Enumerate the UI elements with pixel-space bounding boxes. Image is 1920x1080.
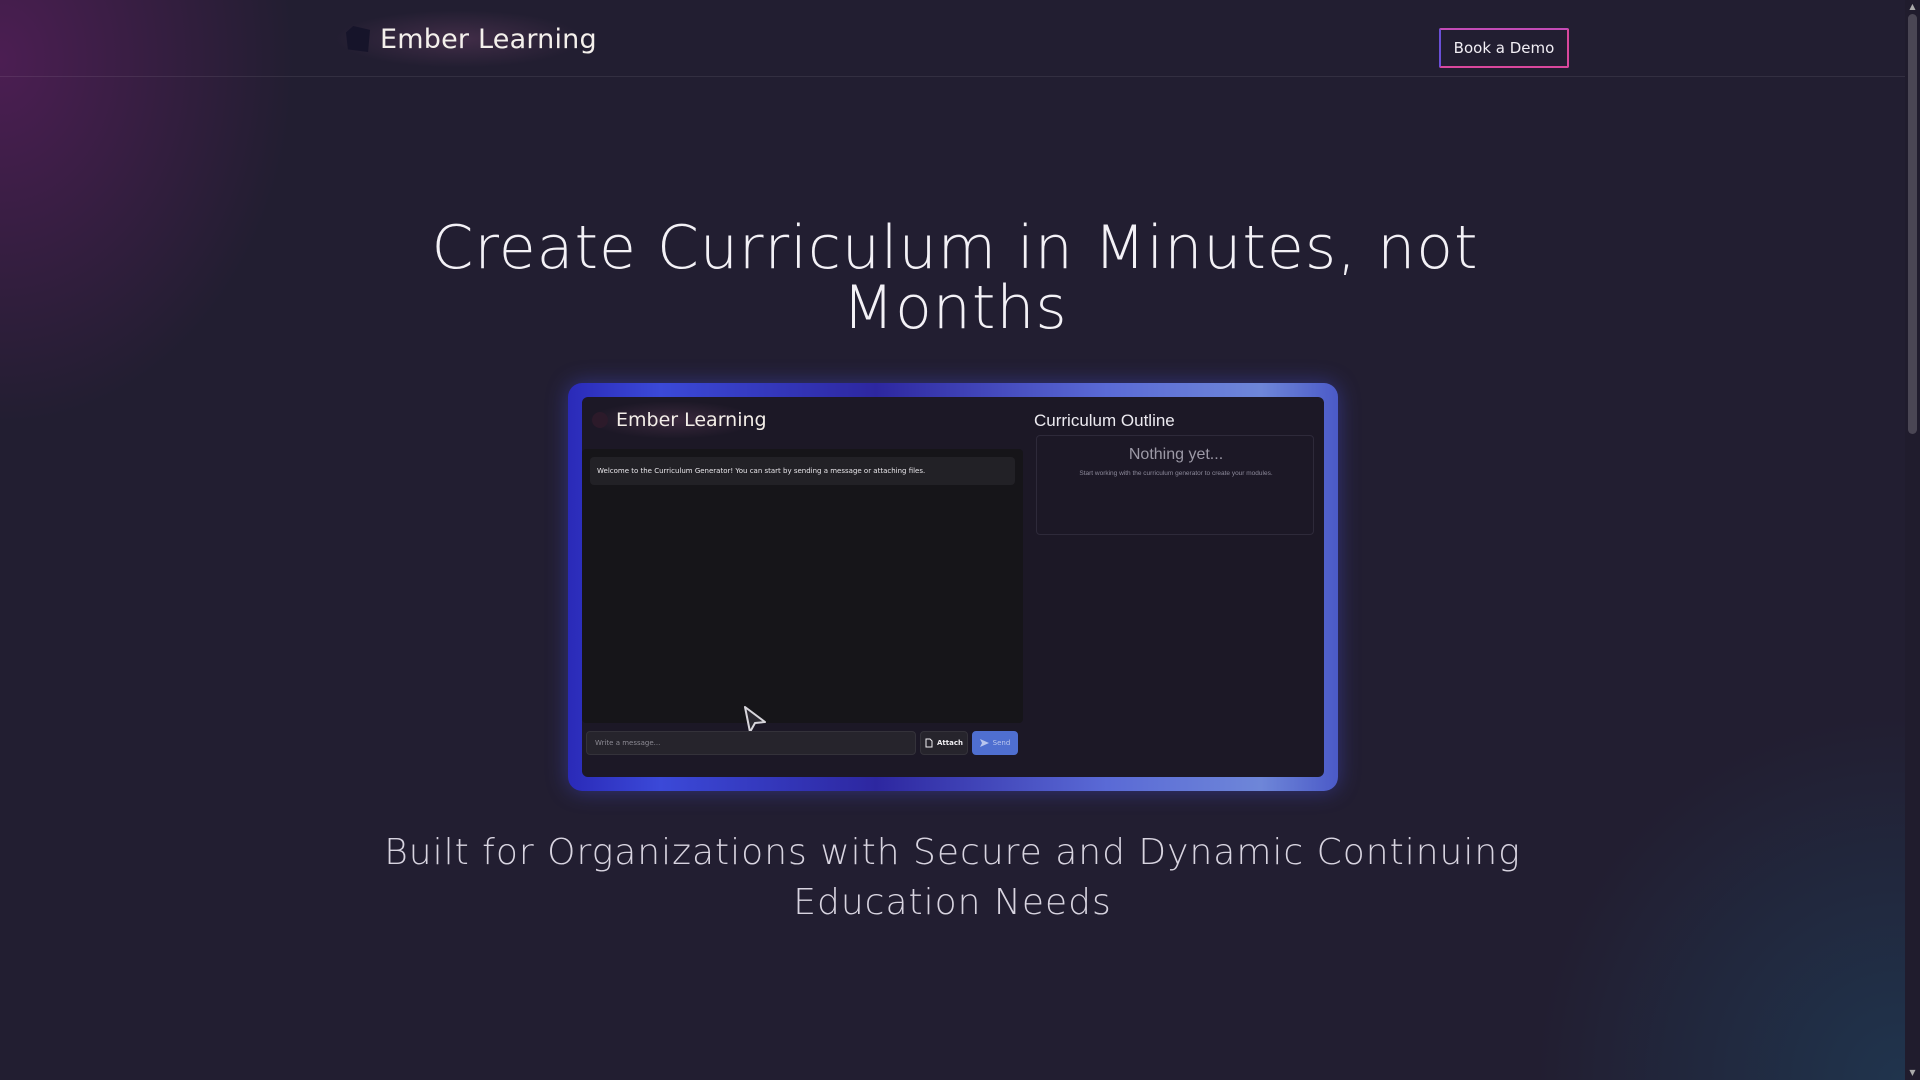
scroll-down-icon[interactable]: ▼ (1905, 1066, 1920, 1080)
attach-button[interactable]: Attach (920, 731, 968, 755)
hero-title: Create Curriculum in Minutes, not Months (431, 213, 1479, 343)
product-preview-frame: Ember Learning Welcome to the Curriculum… (568, 383, 1338, 791)
page-scrollbar[interactable]: ▲ ▼ (1905, 0, 1920, 1080)
brand-link[interactable]: Ember Learning (334, 10, 597, 68)
message-input[interactable] (586, 731, 916, 755)
attach-icon (925, 738, 933, 748)
empty-state-title: Nothing yet... (1128, 446, 1224, 463)
scroll-thumb[interactable] (1908, 14, 1917, 434)
send-icon (979, 739, 989, 747)
welcome-message: Welcome to the Curriculum Generator! You… (590, 457, 1015, 485)
message-bar: Attach Send (582, 727, 1023, 761)
send-label: Send (992, 739, 1011, 747)
logo-icon (346, 26, 370, 52)
outline-title: Curriculum Outline (1034, 411, 1175, 430)
site-header: Ember Learning Book a Demo (0, 0, 1905, 77)
preview-logo-icon (592, 412, 608, 428)
chat-panel: Welcome to the Curriculum Generator! You… (582, 449, 1023, 733)
product-preview-screen: Ember Learning Welcome to the Curriculum… (582, 397, 1324, 777)
landing-page: Ember Learning Book a Demo Create Curric… (0, 0, 1905, 1080)
brand-name: Ember Learning (380, 23, 597, 55)
preview-brand: Ember Learning (588, 401, 767, 439)
preview-brand-name: Ember Learning (616, 409, 767, 431)
hero-subtitle: Built for Organizations with Secure and … (384, 832, 1521, 923)
empty-state-subtitle: Start working with the curriculum genera… (1079, 470, 1273, 477)
scroll-up-icon[interactable]: ▲ (1905, 0, 1920, 14)
send-button[interactable]: Send (972, 731, 1018, 755)
curriculum-outline-panel: Curriculum Outline Nothing yet... Start … (1034, 405, 1319, 775)
attach-label: Attach (937, 739, 963, 747)
outline-empty-state: Nothing yet... Start working with the cu… (1036, 435, 1314, 535)
book-demo-button[interactable]: Book a Demo (1439, 28, 1569, 68)
